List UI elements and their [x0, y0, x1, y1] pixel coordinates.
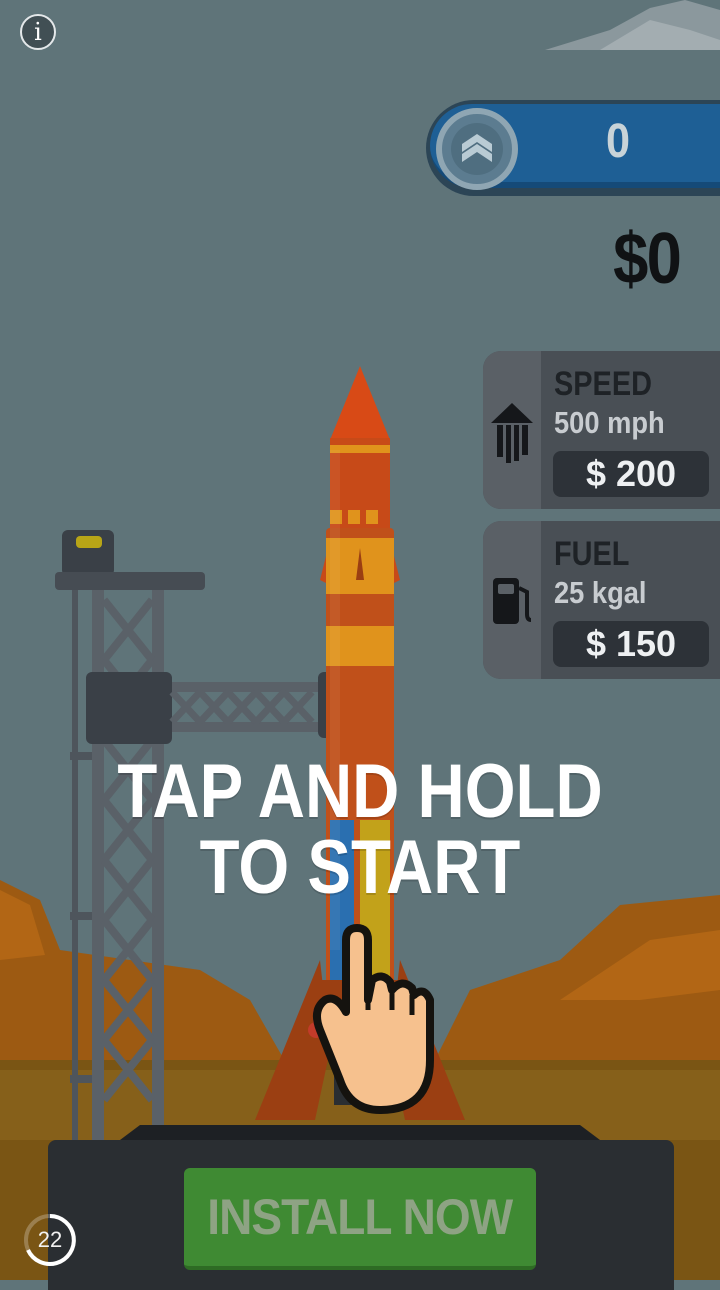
upgrade-title: SPEED	[554, 365, 652, 403]
instruction-line-2: TO START	[199, 825, 521, 910]
fuel-pump-icon	[483, 521, 541, 679]
level-value: 0	[605, 115, 631, 168]
countdown-timer: 22	[22, 1212, 78, 1268]
upgrade-stat: 25 kgal	[554, 575, 647, 610]
install-now-button[interactable]: INSTALL NOW	[184, 1168, 536, 1270]
install-button-label: INSTALL NOW	[207, 1189, 513, 1245]
info-button[interactable]: i	[20, 14, 56, 50]
speed-price-button[interactable]: $ 200	[553, 451, 709, 497]
upgrade-title: FUEL	[554, 535, 630, 573]
upgrade-fuel-card[interactable]: FUEL 25 kgal $ 150	[483, 521, 720, 679]
money-counter: $0	[613, 219, 682, 299]
upgrade-speed-card[interactable]: SPEED 500 mph $ 200	[483, 351, 720, 509]
upgrade-stat: 500 mph	[554, 405, 665, 440]
fuel-price-button[interactable]: $ 150	[553, 621, 709, 667]
level-bar-fill: 0	[430, 104, 720, 190]
instruction-line-1: TAP AND HOLD	[117, 749, 603, 834]
countdown-value: 22	[37, 1227, 63, 1252]
level-progress-bar: 0	[426, 100, 720, 196]
info-icon: i	[34, 18, 42, 46]
speed-arrow-icon	[483, 351, 541, 509]
rank-chevron-icon	[436, 108, 518, 190]
